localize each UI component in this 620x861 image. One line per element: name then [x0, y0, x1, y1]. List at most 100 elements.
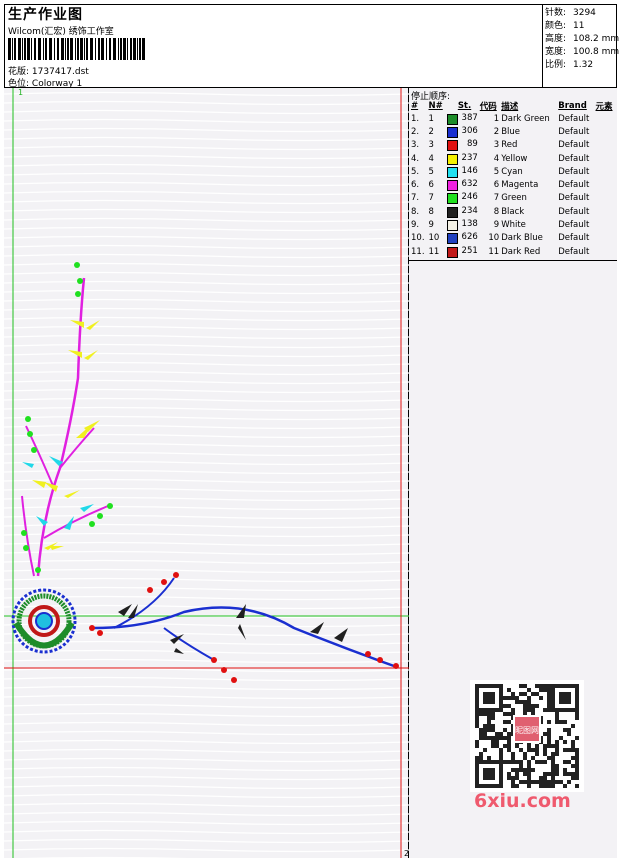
row-stitches: 237 [446, 152, 479, 165]
row-description: Black [501, 206, 525, 217]
barcode-image [8, 38, 145, 60]
qr-stamp-text: 昵图网 [515, 726, 539, 735]
row-index: 3. [411, 140, 420, 151]
row-index: 1. [411, 113, 420, 124]
row-brand: Default [558, 153, 590, 164]
color-swatch [446, 220, 458, 232]
row-description: Dark Red [501, 246, 541, 257]
table-row: 8. 8 234 8 Black Default [410, 205, 616, 218]
row-code: 8 [493, 206, 500, 217]
row-needle: 6 [428, 180, 434, 191]
row-code: 6 [493, 180, 500, 191]
ratio-info: 比例: 1.32 [545, 60, 594, 70]
stitch-count: 626 [461, 232, 478, 243]
stitch-count: 246 [461, 192, 478, 203]
row-element [595, 152, 616, 165]
height-info: 高度: 108.2 mm [545, 34, 620, 44]
row-element [595, 245, 616, 258]
stitch-count: 632 [461, 179, 478, 190]
row-code: 7 [493, 193, 500, 204]
row-stitches: 626 [446, 232, 479, 245]
page-title: 生产作业图 [8, 7, 83, 23]
row-description: Cyan [501, 166, 523, 177]
header: 生产作业图 Wilcom(汇宏) 绣饰工作室 花版: 1737417.dst 色… [4, 4, 620, 89]
row-description: Yellow [501, 153, 528, 164]
row-description: Red [501, 140, 518, 151]
table-row: 1. 1 387 1 Dark Green Default [410, 112, 616, 125]
row-description: Magenta [501, 180, 539, 191]
table-row: 11. 11 251 11 Dark Red Default [410, 245, 616, 258]
row-brand: Default [558, 126, 590, 137]
qr-code-image: 昵图网 [470, 680, 584, 792]
row-brand: Default [558, 233, 590, 244]
row-stitches: 251 [446, 245, 479, 258]
studio-subtitle: Wilcom(汇宏) 绣饰工作室 [8, 27, 114, 37]
row-code: 3 [493, 140, 500, 151]
row-code: 5 [493, 166, 500, 177]
col-header-code: 代码 [479, 102, 497, 112]
row-stitches: 234 [446, 205, 479, 218]
row-code: 10 [488, 233, 500, 244]
row-description: White [501, 220, 526, 231]
row-index: 10. [411, 233, 425, 244]
row-brand: Default [558, 220, 590, 231]
row-index: 6. [411, 180, 420, 191]
color-swatch [446, 206, 458, 218]
width-info: 宽度: 100.8 mm [545, 47, 620, 57]
table-row: 6. 6 632 6 Magenta Default [410, 178, 616, 192]
design-canvas: 1 2 [4, 88, 409, 858]
color-swatch [446, 166, 458, 178]
row-description: Dark Green [501, 113, 550, 124]
row-element [595, 125, 616, 138]
row-stitches: 306 [446, 125, 479, 138]
table-row: 5. 5 146 5 Cyan Default [410, 165, 616, 178]
row-stitches: 146 [446, 165, 479, 178]
row-code: 11 [488, 246, 500, 257]
row-code: 1 [493, 113, 500, 124]
row-element [595, 218, 616, 231]
row-element [595, 232, 616, 245]
stitch-count: 138 [461, 219, 478, 230]
color-swatch [446, 233, 458, 245]
panel-divider [409, 260, 617, 261]
row-brand: Default [558, 140, 590, 151]
row-brand: Default [558, 166, 590, 177]
row-stitches: 89 [446, 139, 479, 152]
embroidery-preview: 1 2 [4, 88, 409, 858]
color-swatch [446, 126, 458, 138]
table-row: 3. 3 89 3 Red Default [410, 139, 616, 152]
corner-mark-top: 1 [18, 88, 23, 97]
row-needle: 7 [428, 193, 434, 204]
row-index: 7. [411, 193, 420, 204]
row-needle: 2 [428, 126, 434, 137]
row-index: 2. [411, 126, 420, 137]
color-swatch [446, 140, 458, 152]
colors-info: 颜色: 11 [545, 21, 585, 31]
stitch-count: 234 [461, 205, 478, 216]
row-code: 9 [493, 220, 500, 231]
row-code: 2 [493, 126, 500, 137]
stop-sequence-table: # N# St. 代码 描述 Brand 元素 1. 1 387 1 Dark Gree… [410, 100, 616, 258]
color-swatch [446, 113, 458, 125]
row-stitches: 387 [446, 112, 479, 125]
row-needle: 8 [428, 206, 434, 217]
row-index: 8. [411, 206, 420, 217]
table-row: 4. 4 237 4 Yellow Default [410, 152, 616, 165]
info-box: 针数: 3294 颜色: 11 高度: 108.2 mm 宽度: 100.8 mm 比例… [542, 4, 620, 88]
row-brand: Default [558, 193, 590, 204]
row-element [595, 205, 616, 218]
row-brand: Default [558, 113, 590, 124]
row-description: Green [501, 193, 527, 204]
row-needle: 9 [428, 220, 434, 231]
row-element [595, 192, 616, 205]
row-index: 5. [411, 166, 420, 177]
table-row: 2. 2 306 2 Blue Default [410, 125, 616, 138]
color-swatch [446, 193, 458, 205]
row-brand: Default [558, 180, 590, 191]
col-header-element: 元素 [595, 102, 613, 112]
site-watermark: 6xiu.com [474, 790, 571, 812]
col-header-description: 描述 [501, 102, 519, 112]
table-row: 9. 9 138 9 White Default [410, 218, 616, 232]
stitch-count: 89 [466, 139, 478, 150]
col-header-brand: Brand [558, 101, 587, 111]
